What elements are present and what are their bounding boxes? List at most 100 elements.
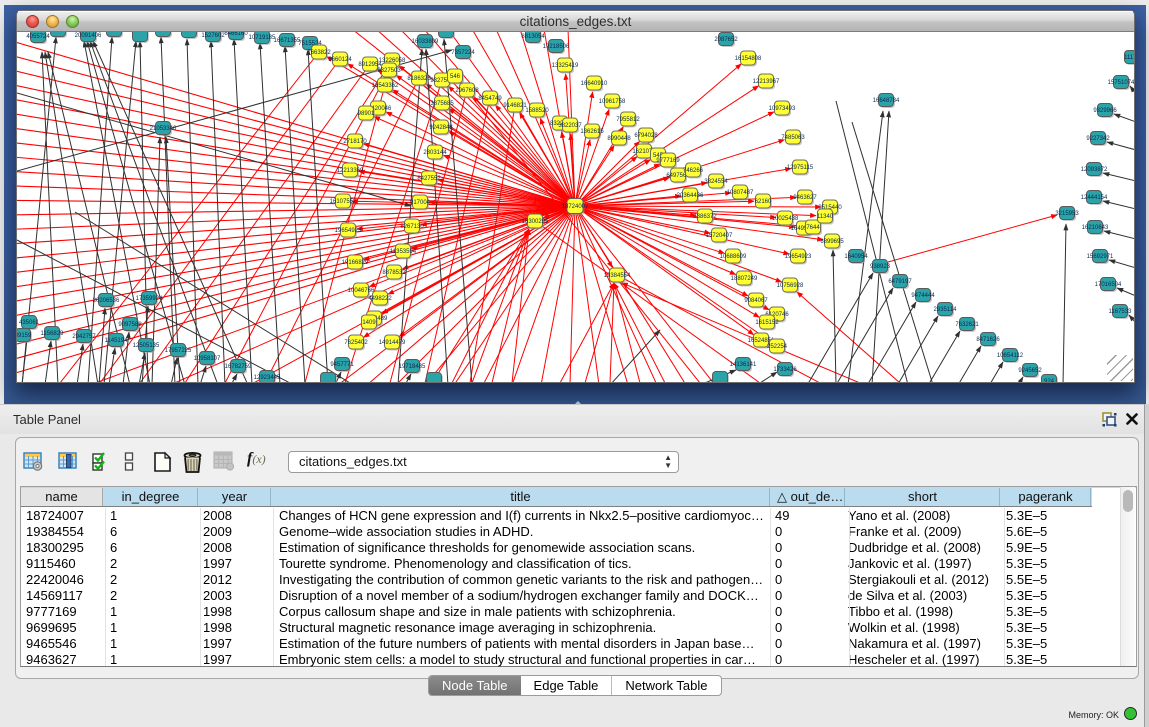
- svg-text:12975115: 12975115: [787, 165, 814, 171]
- svg-text:8454749: 8454749: [478, 96, 502, 102]
- svg-text:16671355: 16671355: [274, 38, 301, 44]
- svg-text:1362615: 1362615: [580, 129, 604, 135]
- svg-text:7625402: 7625402: [344, 340, 368, 346]
- svg-text:11340: 11340: [817, 214, 834, 220]
- svg-text:9327503: 9327503: [377, 68, 401, 74]
- svg-text:10807487: 10807487: [727, 190, 754, 196]
- svg-text:98901: 98901: [358, 111, 375, 117]
- svg-text:15751074: 15751074: [1108, 80, 1134, 86]
- svg-text:2935114: 2935114: [934, 307, 958, 313]
- svg-text:6466160: 6466160: [224, 32, 248, 37]
- svg-text:15692971: 15692971: [1087, 254, 1114, 260]
- svg-text:3822037: 3822037: [558, 123, 582, 129]
- svg-text:7386372: 7386372: [693, 214, 717, 220]
- svg-text:10756928: 10756928: [777, 283, 804, 289]
- svg-text:4055724: 4055724: [26, 34, 50, 40]
- svg-text:20091406: 20091406: [75, 33, 102, 39]
- svg-text:546: 546: [450, 74, 461, 80]
- svg-text:7663822: 7663822: [307, 50, 331, 56]
- svg-text:20206536: 20206536: [93, 298, 120, 304]
- svg-text:17359924: 17359924: [136, 296, 163, 302]
- svg-text:10719185: 10719185: [249, 35, 276, 41]
- svg-text:10046766: 10046766: [348, 288, 375, 294]
- svg-text:10961758: 10961758: [599, 99, 626, 105]
- svg-text:924: 924: [1044, 379, 1055, 382]
- svg-text:8990448: 8990448: [607, 136, 631, 142]
- svg-text:19218506: 19218506: [543, 44, 570, 50]
- svg-text:252254: 252254: [767, 344, 788, 350]
- svg-text:8813054: 8813054: [521, 34, 545, 40]
- svg-text:8878532: 8878532: [382, 270, 406, 276]
- svg-text:16107552: 16107552: [330, 199, 357, 205]
- svg-text:10688609: 10688609: [720, 254, 747, 260]
- svg-text:18724007: 18724007: [562, 204, 589, 210]
- svg-text:12505135: 12505135: [133, 343, 160, 349]
- svg-text:6794028: 6794028: [634, 133, 658, 139]
- svg-text:6899695: 6899695: [820, 239, 844, 245]
- svg-text:11353594: 11353594: [390, 249, 417, 255]
- svg-text:3875685: 3875685: [430, 101, 454, 107]
- svg-text:20364436: 20364436: [677, 193, 704, 199]
- svg-text:7644: 7644: [806, 225, 820, 231]
- svg-text:3215953: 3215953: [1055, 211, 1079, 217]
- svg-text:9329966: 9329966: [1093, 108, 1117, 114]
- svg-text:9474444: 9474444: [911, 293, 935, 299]
- svg-text:17957225: 17957225: [165, 348, 192, 354]
- svg-text:9245652: 9245652: [1018, 368, 1042, 374]
- svg-text:15720407: 15720407: [706, 233, 733, 239]
- svg-text:9097588: 9097588: [118, 322, 142, 328]
- svg-text:62160: 62160: [755, 199, 772, 205]
- svg-text:2967608: 2967608: [455, 88, 479, 94]
- svg-text:18300295: 18300295: [522, 219, 549, 225]
- svg-text:1615152: 1615152: [755, 320, 779, 326]
- svg-text:12444154: 12444154: [1081, 195, 1108, 201]
- svg-text:2718170: 2718170: [343, 139, 367, 145]
- svg-text:16648784: 16648784: [873, 98, 900, 104]
- svg-text:10654112: 10654112: [997, 353, 1024, 359]
- svg-text:16640910: 16640910: [581, 81, 608, 87]
- svg-text:435061: 435061: [19, 320, 40, 326]
- svg-text:2942757: 2942757: [72, 334, 96, 340]
- svg-text:19654923: 19654923: [785, 254, 812, 260]
- svg-text:938923: 938923: [870, 264, 891, 270]
- svg-text:10025438: 10025438: [772, 216, 799, 222]
- svg-text:9463627: 9463627: [793, 195, 817, 201]
- svg-text:8267130: 8267130: [400, 224, 424, 230]
- svg-text:1588520: 1588520: [525, 108, 549, 114]
- svg-text:19384554: 19384554: [604, 273, 631, 279]
- svg-text:9777169: 9777169: [656, 158, 680, 164]
- svg-text:17016504: 17016504: [1095, 282, 1122, 288]
- svg-text:4498222: 4498222: [368, 296, 392, 302]
- svg-text:8186328: 8186328: [407, 76, 431, 82]
- svg-text:19718485: 19718485: [399, 364, 426, 370]
- svg-text:9146821: 9146821: [503, 103, 527, 109]
- svg-text:19166829: 19166829: [342, 260, 369, 266]
- svg-text:746266: 746266: [683, 168, 704, 174]
- svg-text:1527602: 1527602: [201, 33, 225, 39]
- svg-text:10958107: 10958107: [194, 356, 221, 362]
- svg-text:9227342: 9227342: [1086, 136, 1110, 142]
- svg-text:12093872: 12093872: [1081, 167, 1108, 173]
- svg-text:16033809: 16033809: [412, 39, 439, 45]
- svg-text:1167533: 1167533: [1109, 309, 1133, 315]
- svg-text:16154808: 16154808: [735, 56, 762, 62]
- svg-text:18807249: 18807249: [731, 276, 758, 282]
- svg-text:39159: 39159: [17, 333, 32, 339]
- svg-text:8427552: 8427552: [417, 176, 441, 182]
- svg-text:6479197: 6479197: [888, 279, 912, 285]
- svg-text:1145194: 1145194: [105, 338, 129, 344]
- svg-text:19654923: 19654923: [335, 228, 362, 234]
- svg-text:11170: 11170: [1124, 55, 1134, 61]
- svg-text:16782759: 16782759: [225, 364, 252, 370]
- svg-text:21053346: 21053346: [150, 126, 177, 132]
- svg-text:16543362: 16543362: [372, 83, 399, 89]
- svg-text:8471626: 8471626: [976, 337, 1000, 343]
- svg-text:917004: 917004: [410, 200, 431, 206]
- svg-text:9084067: 9084067: [744, 298, 768, 304]
- svg-text:9457771: 9457771: [330, 362, 354, 368]
- svg-text:14914479: 14914479: [379, 340, 406, 346]
- svg-text:1409: 1409: [362, 320, 376, 326]
- svg-text:7955812: 7955812: [616, 117, 640, 123]
- svg-text:1156829: 1156829: [41, 331, 65, 337]
- svg-text:12213369: 12213369: [337, 168, 364, 174]
